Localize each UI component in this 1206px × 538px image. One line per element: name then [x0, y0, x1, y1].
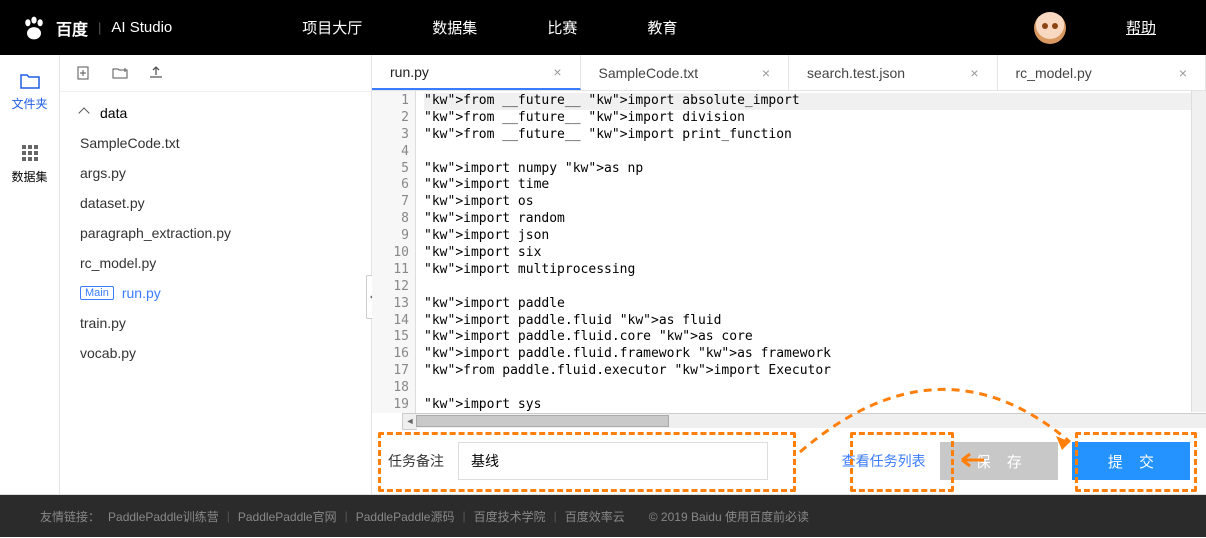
tree-file[interactable]: train.py — [60, 308, 371, 338]
tab-search-json[interactable]: search.test.json× — [789, 55, 998, 90]
left-rail: 文件夹 数据集 — [0, 55, 60, 494]
code-editor[interactable]: 1234567891011121314151617181920▾21222324… — [372, 91, 1206, 413]
editor-area: run.py× SampleCode.txt× search.test.json… — [372, 55, 1206, 494]
horizontal-scrollbar[interactable] — [416, 413, 1206, 428]
logo[interactable]: 百度 | AI Studio — [0, 14, 192, 42]
file-panel: data SampleCode.txt args.py dataset.py p… — [60, 55, 372, 494]
footer: 友情链接： PaddlePaddle训练营| PaddlePaddle官网| P… — [0, 495, 1206, 537]
code-content[interactable]: "kw">from __future__ "kw">import absolut… — [416, 91, 1206, 413]
logo-text-studio: AI Studio — [111, 19, 172, 36]
tree-file-active[interactable]: Mainrun.py — [60, 278, 371, 308]
tree-file[interactable]: rc_model.py — [60, 248, 371, 278]
footer-link[interactable]: PaddlePaddle训练营 — [108, 508, 219, 525]
top-nav: 百度 | AI Studio 项目大厅 数据集 比赛 教育 帮助 — [0, 0, 1206, 55]
submit-button[interactable]: 提 交 — [1072, 442, 1190, 480]
nav-education[interactable]: 教育 — [647, 17, 677, 38]
task-note-input[interactable] — [458, 442, 768, 480]
logo-text-baidu: 百度 — [56, 16, 88, 40]
scrollbar-thumb[interactable] — [416, 415, 669, 427]
footer-copyright: © 2019 Baidu 使用百度前必读 — [649, 508, 809, 525]
main-badge: Main — [80, 286, 114, 300]
nav-help[interactable]: 帮助 — [1126, 17, 1156, 38]
footer-link[interactable]: 百度效率云 — [565, 508, 625, 525]
new-folder-icon[interactable] — [112, 65, 128, 81]
close-icon[interactable]: × — [970, 65, 978, 81]
view-tasks-link[interactable]: 查看任务列表 — [842, 451, 926, 471]
close-icon[interactable]: × — [553, 64, 561, 80]
nav-competition[interactable]: 比赛 — [547, 17, 577, 38]
baidu-paw-icon — [20, 14, 48, 42]
tree-file[interactable]: vocab.py — [60, 338, 371, 368]
line-gutter: 1234567891011121314151617181920▾21222324 — [372, 91, 416, 413]
tab-samplecode[interactable]: SampleCode.txt× — [581, 55, 790, 90]
task-bar: 任务备注 查看任务列表 保 存 提 交 — [372, 428, 1206, 494]
nav-datasets[interactable]: 数据集 — [432, 17, 477, 38]
new-file-icon[interactable] — [76, 65, 92, 81]
tree-file[interactable]: SampleCode.txt — [60, 128, 371, 158]
task-note-label: 任务备注 — [388, 451, 444, 471]
rail-files[interactable]: 文件夹 — [0, 55, 59, 126]
close-icon[interactable]: × — [762, 65, 770, 81]
chevron-down-icon — [78, 107, 89, 118]
nav-projects[interactable]: 项目大厅 — [302, 17, 362, 38]
grid-icon — [21, 144, 39, 162]
rail-dataset[interactable]: 数据集 — [0, 126, 59, 199]
editor-tabs: run.py× SampleCode.txt× search.test.json… — [372, 55, 1206, 91]
footer-link[interactable]: 百度技术学院 — [474, 508, 546, 525]
upload-icon[interactable] — [148, 65, 164, 81]
close-icon[interactable]: × — [1179, 65, 1187, 81]
footer-prefix: 友情链接： — [40, 508, 100, 525]
tree-file[interactable]: dataset.py — [60, 188, 371, 218]
tree-folder-data[interactable]: data — [60, 98, 371, 128]
save-button[interactable]: 保 存 — [940, 442, 1058, 480]
vertical-scrollbar[interactable] — [1191, 91, 1206, 412]
file-tree: data SampleCode.txt args.py dataset.py p… — [60, 92, 371, 374]
tab-rcmodel[interactable]: rc_model.py× — [998, 55, 1206, 90]
tab-run-py[interactable]: run.py× — [372, 55, 581, 90]
footer-link[interactable]: PaddlePaddle源码 — [356, 508, 455, 525]
avatar[interactable] — [1034, 12, 1066, 44]
tree-file[interactable]: paragraph_extraction.py — [60, 218, 371, 248]
tree-file[interactable]: args.py — [60, 158, 371, 188]
footer-link[interactable]: PaddlePaddle官网 — [238, 508, 337, 525]
folder-icon — [20, 73, 40, 89]
